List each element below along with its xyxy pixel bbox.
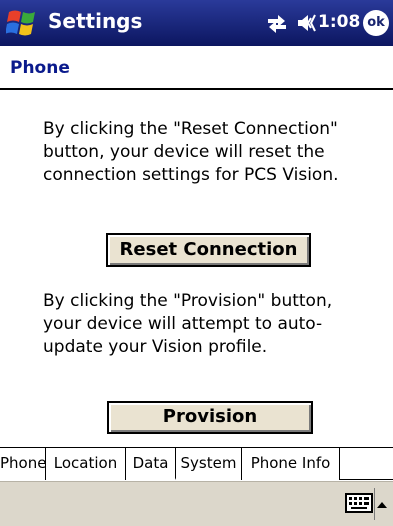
title-bar: Settings 1:08 ok: [0, 0, 393, 46]
ok-button[interactable]: ok: [363, 10, 389, 36]
tab-phone-info[interactable]: Phone Info: [242, 448, 340, 480]
tab-data[interactable]: Data: [126, 448, 176, 480]
header-divider: [0, 88, 393, 90]
page-title: Phone: [10, 58, 70, 78]
reset-connection-button[interactable]: Reset Connection: [106, 233, 311, 267]
clock[interactable]: 1:08: [318, 12, 360, 32]
menu-bar: [0, 481, 393, 526]
tab-strip: Phone Location Data System Phone Info: [0, 447, 393, 480]
tab-location[interactable]: Location: [46, 448, 126, 480]
reset-description: By clicking the "Reset Connection" butto…: [43, 119, 339, 185]
tab-system[interactable]: System: [176, 448, 242, 480]
sip-up-arrow-icon[interactable]: [376, 495, 388, 508]
tab-strip-filler: [340, 448, 393, 480]
sip-separator: [374, 488, 375, 520]
app-title: Settings: [48, 9, 143, 33]
connectivity-arrows-icon[interactable]: [264, 11, 290, 35]
tab-phone[interactable]: Phone: [0, 448, 46, 480]
keyboard-icon[interactable]: [345, 492, 373, 514]
provision-description: By clicking the "Provision" button, your…: [43, 291, 333, 357]
provision-button[interactable]: Provision: [107, 401, 313, 434]
windows-flag-icon[interactable]: [5, 7, 38, 39]
